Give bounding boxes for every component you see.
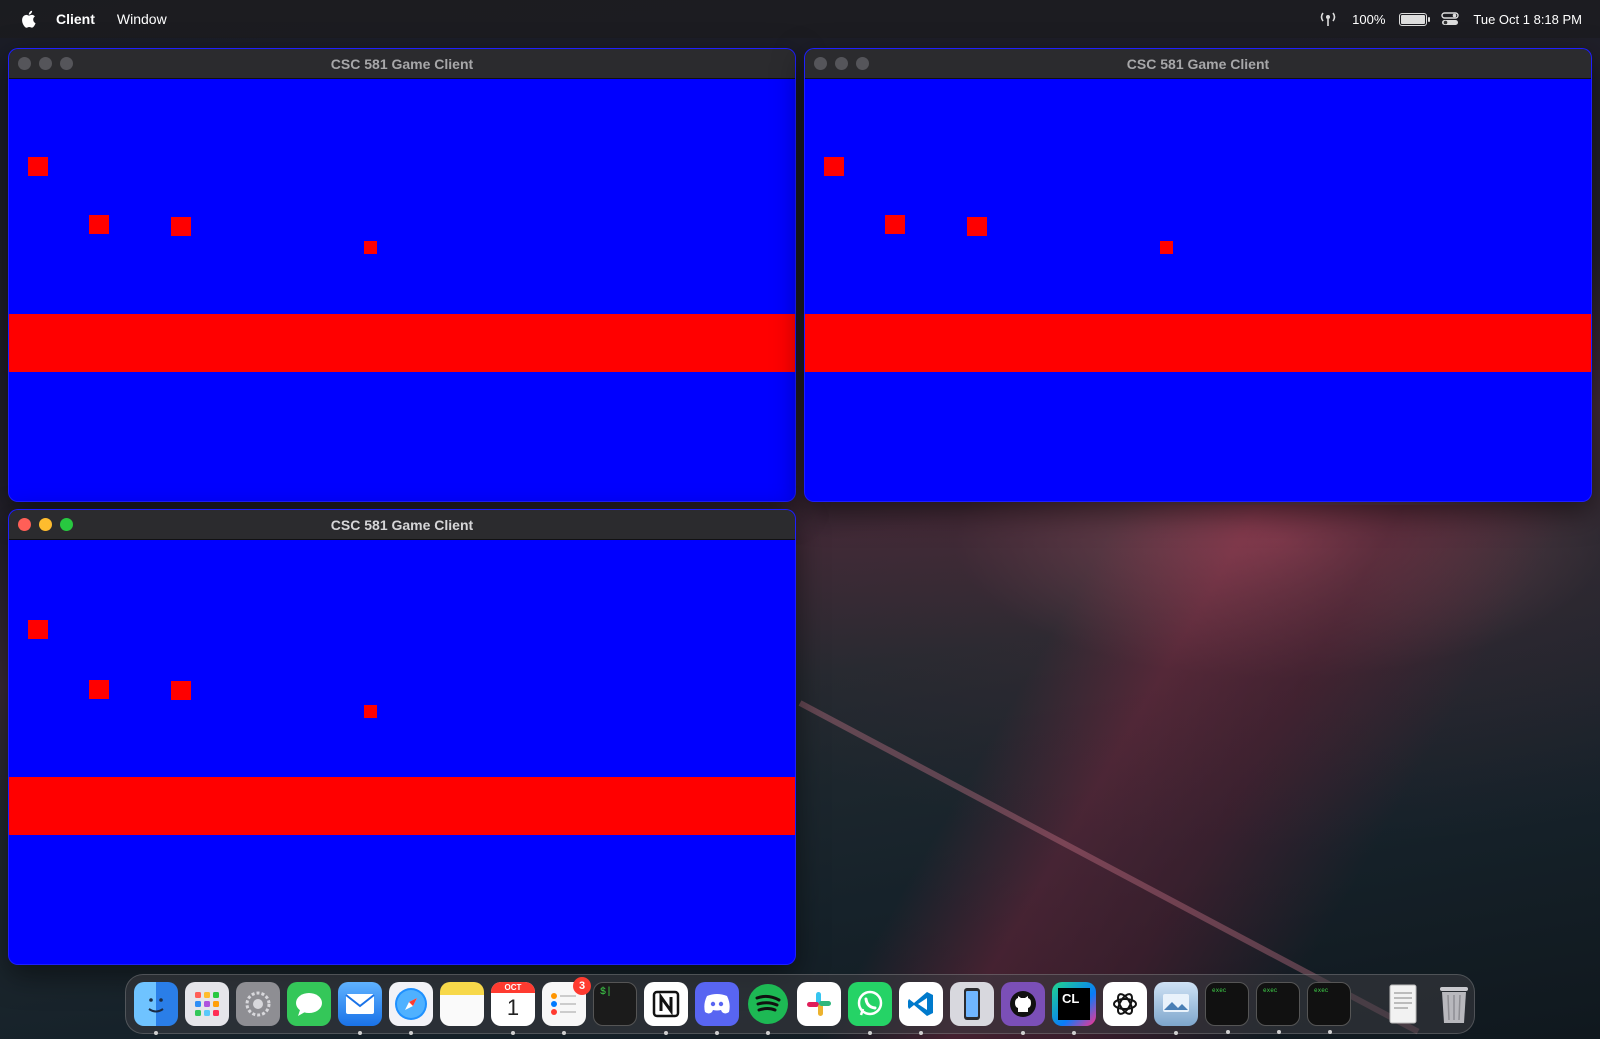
chatgpt-icon[interactable]: [1103, 982, 1147, 1026]
control-center-icon[interactable]: [1441, 11, 1460, 27]
documents-icon[interactable]: [1381, 982, 1425, 1026]
game-window-1[interactable]: CSC 581 Game Client: [8, 48, 796, 502]
game-object-square: [824, 157, 844, 176]
window-title: CSC 581 Game Client: [330, 55, 474, 72]
clock[interactable]: Tue Oct 1 8:18 PM: [1473, 12, 1582, 27]
slack-icon[interactable]: [797, 982, 841, 1026]
game-object-square: [967, 217, 987, 236]
game-object-square: [28, 620, 48, 639]
spotify-icon[interactable]: [746, 982, 790, 1035]
game-object-square: [171, 217, 191, 236]
game-object-square: [885, 215, 905, 234]
battery-icon[interactable]: [1399, 12, 1431, 26]
game-window-2[interactable]: CSC 581 Game Client: [804, 48, 1592, 502]
minimize-button[interactable]: [39, 57, 52, 70]
window-title: CSC 581 Game Client: [1126, 55, 1270, 72]
game-object-small-square: [364, 705, 377, 718]
game-object-square: [28, 157, 48, 176]
exec-icon[interactable]: exec: [1307, 982, 1351, 1034]
window-title: CSC 581 Game Client: [330, 516, 474, 533]
game-platform-bar: [9, 777, 795, 835]
minimize-button[interactable]: [39, 518, 52, 531]
game-platform-bar: [9, 314, 795, 372]
zoom-button[interactable]: [60, 57, 73, 70]
trash-icon[interactable]: [1432, 982, 1476, 1026]
game-canvas[interactable]: [9, 540, 795, 964]
status-area: 100% Tue Oct 1 8:18 PM: [1318, 11, 1582, 27]
exec-icon[interactable]: exec: [1205, 982, 1249, 1034]
messages-icon[interactable]: [287, 982, 331, 1026]
airdrop-antenna-icon[interactable]: [1318, 11, 1338, 27]
safari-icon[interactable]: [389, 982, 433, 1035]
game-canvas[interactable]: [9, 79, 795, 501]
zoom-button[interactable]: [856, 57, 869, 70]
clion-icon[interactable]: CL: [1052, 982, 1096, 1035]
github-icon[interactable]: [1001, 982, 1045, 1035]
menu-bar: Client Window 100% Tue Oct 1 8:18 PM: [0, 0, 1600, 38]
simulator-icon[interactable]: [950, 982, 994, 1026]
calendar-icon[interactable]: OCT 1: [491, 982, 535, 1035]
window-titlebar[interactable]: CSC 581 Game Client: [9, 510, 795, 540]
notes-icon[interactable]: [440, 982, 484, 1026]
game-object-small-square: [1160, 241, 1173, 254]
menu-window[interactable]: Window: [117, 11, 167, 27]
exec-icon[interactable]: exec: [1256, 982, 1300, 1034]
finder-icon[interactable]: [134, 982, 178, 1035]
terminal-icon[interactable]: $|: [593, 982, 637, 1026]
reminders-badge: 3: [573, 977, 591, 995]
game-window-3[interactable]: CSC 581 Game Client: [8, 509, 796, 965]
launchpad-icon[interactable]: [185, 982, 229, 1026]
close-button[interactable]: [18, 518, 31, 531]
game-canvas[interactable]: [805, 79, 1591, 501]
settings-icon[interactable]: [236, 982, 280, 1026]
close-button[interactable]: [18, 57, 31, 70]
dock: OCT 1 3 $| CL exec exec exec: [125, 974, 1476, 1035]
minimize-button[interactable]: [835, 57, 848, 70]
apple-menu-icon[interactable]: [20, 10, 36, 28]
game-object-square: [171, 681, 191, 700]
game-object-small-square: [364, 241, 377, 254]
game-platform-bar: [805, 314, 1591, 372]
window-titlebar[interactable]: CSC 581 Game Client: [805, 49, 1591, 79]
discord-icon[interactable]: [695, 982, 739, 1035]
whatsapp-icon[interactable]: [848, 982, 892, 1035]
close-button[interactable]: [814, 57, 827, 70]
app-menu-client[interactable]: Client: [56, 11, 95, 27]
preview-icon[interactable]: [1154, 982, 1198, 1035]
game-object-square: [89, 680, 109, 699]
game-object-square: [89, 215, 109, 234]
reminders-icon[interactable]: 3: [542, 977, 591, 1035]
mail-icon[interactable]: [338, 982, 382, 1035]
zoom-button[interactable]: [60, 518, 73, 531]
wallpaper-road: [790, 505, 1600, 1039]
vscode-icon[interactable]: [899, 982, 943, 1035]
window-titlebar[interactable]: CSC 581 Game Client: [9, 49, 795, 79]
notion-icon[interactable]: [644, 982, 688, 1035]
battery-percent: 100%: [1352, 11, 1386, 27]
